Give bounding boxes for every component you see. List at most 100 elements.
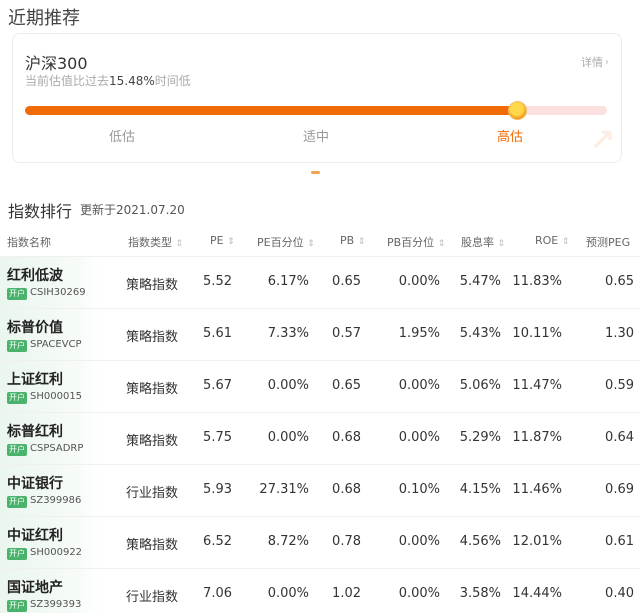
sort-icon: ⇕ — [437, 239, 446, 249]
col-header-name[interactable]: 指数名称 — [7, 234, 51, 250]
index-name-cell: 标普红利开户 CSPSADRP — [0, 413, 104, 464]
col-label: 指数类型 — [128, 236, 172, 249]
sort-icon: ⇕ — [497, 239, 506, 249]
index-code: CSIH30269 — [30, 287, 86, 298]
cell-pb: 1.02 — [332, 586, 361, 601]
cell-pe: 5.61 — [203, 326, 232, 341]
recommend-card-hs300[interactable]: 沪深300 当前估值比过去15.48%时间低 详情 › 低估 适中 高估 ↗ — [12, 33, 622, 163]
open-account-badge[interactable]: 开户 — [7, 496, 27, 508]
open-account-badge[interactable]: 开户 — [7, 288, 27, 300]
cell-pe: 5.67 — [203, 378, 232, 393]
index-name: 中证银行 — [7, 476, 63, 492]
cell-dividend: 3.58% — [459, 586, 501, 601]
table-header: 指数名称 指数类型 ⇕ PE ⇕ PE百分位 ⇕ PB ⇕ PB百分位 ⇕ 股息… — [0, 226, 640, 256]
col-label: PB百分位 — [387, 236, 435, 249]
detail-link[interactable]: 详情 › — [581, 54, 609, 70]
open-account-badge[interactable]: 开户 — [7, 548, 27, 560]
col-header-peg[interactable]: 预测PEG — [586, 234, 630, 250]
index-name: 中证红利 — [7, 528, 63, 544]
cell-peg: 0.40 — [605, 586, 634, 601]
carousel-indicator[interactable] — [311, 171, 320, 174]
col-header-pb-pct[interactable]: PB百分位 ⇕ — [387, 234, 445, 250]
chevron-right-icon: › — [605, 56, 609, 68]
col-label: PE百分位 — [257, 236, 304, 249]
table-row[interactable]: 中证红利 开户 SH000922 策略指数 6.52 8.72% 0.78 0.00% 4.56… — [0, 516, 640, 568]
cell-pe-pct: 6.17% — [267, 274, 309, 289]
index-code: SZ399986 — [30, 495, 82, 506]
section-title-ranking: 指数排行 — [8, 202, 73, 221]
col-label: PB — [340, 234, 355, 247]
cell-pb-pct: 0.00% — [398, 534, 440, 549]
cell-roe: 12.01% — [512, 534, 562, 549]
cell-pe-pct: 0.00% — [267, 430, 309, 445]
col-label: ROE — [535, 234, 559, 247]
index-name: 标普红利 — [7, 424, 63, 440]
cell-dividend: 4.15% — [459, 482, 501, 497]
cell-pe: 7.06 — [203, 586, 232, 601]
table-row[interactable]: 中证银行 开户 SZ399986 行业指数 5.93 27.31% 0.68 0.10% 4.1… — [0, 464, 640, 516]
cell-pe-pct: 0.00% — [267, 586, 309, 601]
open-account-badge[interactable]: 开户 — [7, 340, 27, 352]
index-name-cell: 中证红利开户 SH000922 — [0, 517, 104, 568]
cell-pb: 0.65 — [332, 378, 361, 393]
cell-dividend: 5.43% — [459, 326, 501, 341]
cell-peg: 1.30 — [605, 326, 634, 341]
index-code: CSPSADRP — [30, 443, 84, 454]
open-account-badge[interactable]: 开户 — [7, 600, 27, 612]
open-account-badge[interactable]: 开户 — [7, 444, 27, 456]
valuation-percent: 15.48% — [109, 74, 155, 88]
col-header-dividend[interactable]: 股息率 ⇕ — [461, 234, 505, 250]
cell-peg: 0.64 — [605, 430, 634, 445]
card-valuation-text: 当前估值比过去15.48%时间低 — [25, 72, 191, 89]
valuation-prefix: 当前估值比过去 — [25, 74, 110, 88]
index-name-cell: 中证银行开户 SZ399986 — [0, 465, 104, 516]
table-row[interactable]: 上证红利 开户 SH000015 策略指数 5.67 0.00% 0.65 0.00% 5.06… — [0, 360, 640, 412]
index-name-cell: 红利低波开户 CSIH30269 — [0, 257, 104, 308]
col-header-type[interactable]: 指数类型 ⇕ — [128, 234, 183, 250]
index-code: SH000922 — [30, 547, 83, 558]
col-header-roe[interactable]: ROE ⇕ — [535, 234, 569, 247]
cell-roe: 10.11% — [512, 326, 562, 341]
cell-dividend: 4.56% — [459, 534, 501, 549]
cell-pb-pct: 1.95% — [398, 326, 440, 341]
cell-peg: 0.61 — [605, 534, 634, 549]
zone-label-low: 低估 — [108, 130, 136, 145]
cell-pb-pct: 0.00% — [398, 586, 440, 601]
cell-pb-pct: 0.10% — [398, 482, 440, 497]
index-name: 国证地产 — [7, 580, 63, 596]
index-code: SPACEVCP — [30, 339, 82, 350]
update-time: 更新于2021.07.20 — [80, 203, 185, 217]
sort-icon: ⇕ — [357, 237, 366, 247]
col-header-pe-pct[interactable]: PE百分位 ⇕ — [257, 234, 315, 250]
cell-pb: 0.68 — [332, 430, 361, 445]
sort-icon: ⇕ — [561, 237, 570, 247]
cell-roe: 11.46% — [512, 482, 562, 497]
cell-type: 行业指数 — [125, 486, 178, 501]
cell-dividend: 5.06% — [459, 378, 501, 393]
cell-pe: 5.52 — [203, 274, 232, 289]
col-header-pb[interactable]: PB ⇕ — [340, 234, 365, 247]
cell-type: 策略指数 — [125, 278, 178, 293]
cell-roe: 11.87% — [512, 430, 562, 445]
index-name-cell: 标普价值 开户 SPACEVCP — [0, 309, 104, 360]
table-row[interactable]: 红利低波 开户 CSIH30269 策略指数 5.52 6.17% 0.65 0.00% 5.4… — [0, 256, 640, 308]
index-name: 红利低波 — [7, 268, 63, 284]
col-header-pe[interactable]: PE ⇕ — [210, 234, 235, 247]
sort-icon: ⇕ — [175, 239, 184, 249]
cell-roe: 11.47% — [512, 378, 562, 393]
detail-label: 详情 — [581, 56, 603, 69]
sort-icon: ⇕ — [227, 237, 235, 247]
index-code: SZ399393 — [30, 599, 82, 610]
card-index-name: 沪深300 — [25, 54, 88, 73]
cell-type: 策略指数 — [125, 538, 178, 553]
progress-fill — [25, 106, 517, 115]
table-row[interactable]: 标普红利 开户 CSPSADRP 策略指数 5.75 0.00% 0.68 0.00% 5.29… — [0, 412, 640, 464]
col-label: 股息率 — [461, 236, 494, 249]
table-row[interactable]: 标普价值 开户 SPACEVCP 策略指数 5.61 7.33% 0.57 1.95% 5.43… — [0, 308, 640, 360]
col-label: PE — [210, 234, 224, 247]
cell-pb-pct: 0.00% — [398, 378, 440, 393]
open-account-badge[interactable]: 开户 — [7, 392, 27, 404]
sort-icon: ⇕ — [307, 239, 315, 249]
table-row[interactable]: 国证地产 开户 SZ399393 行业指数 7.06 0.00% 1.02 0.00% 3.58… — [0, 568, 640, 613]
cell-peg: 0.59 — [605, 378, 634, 393]
